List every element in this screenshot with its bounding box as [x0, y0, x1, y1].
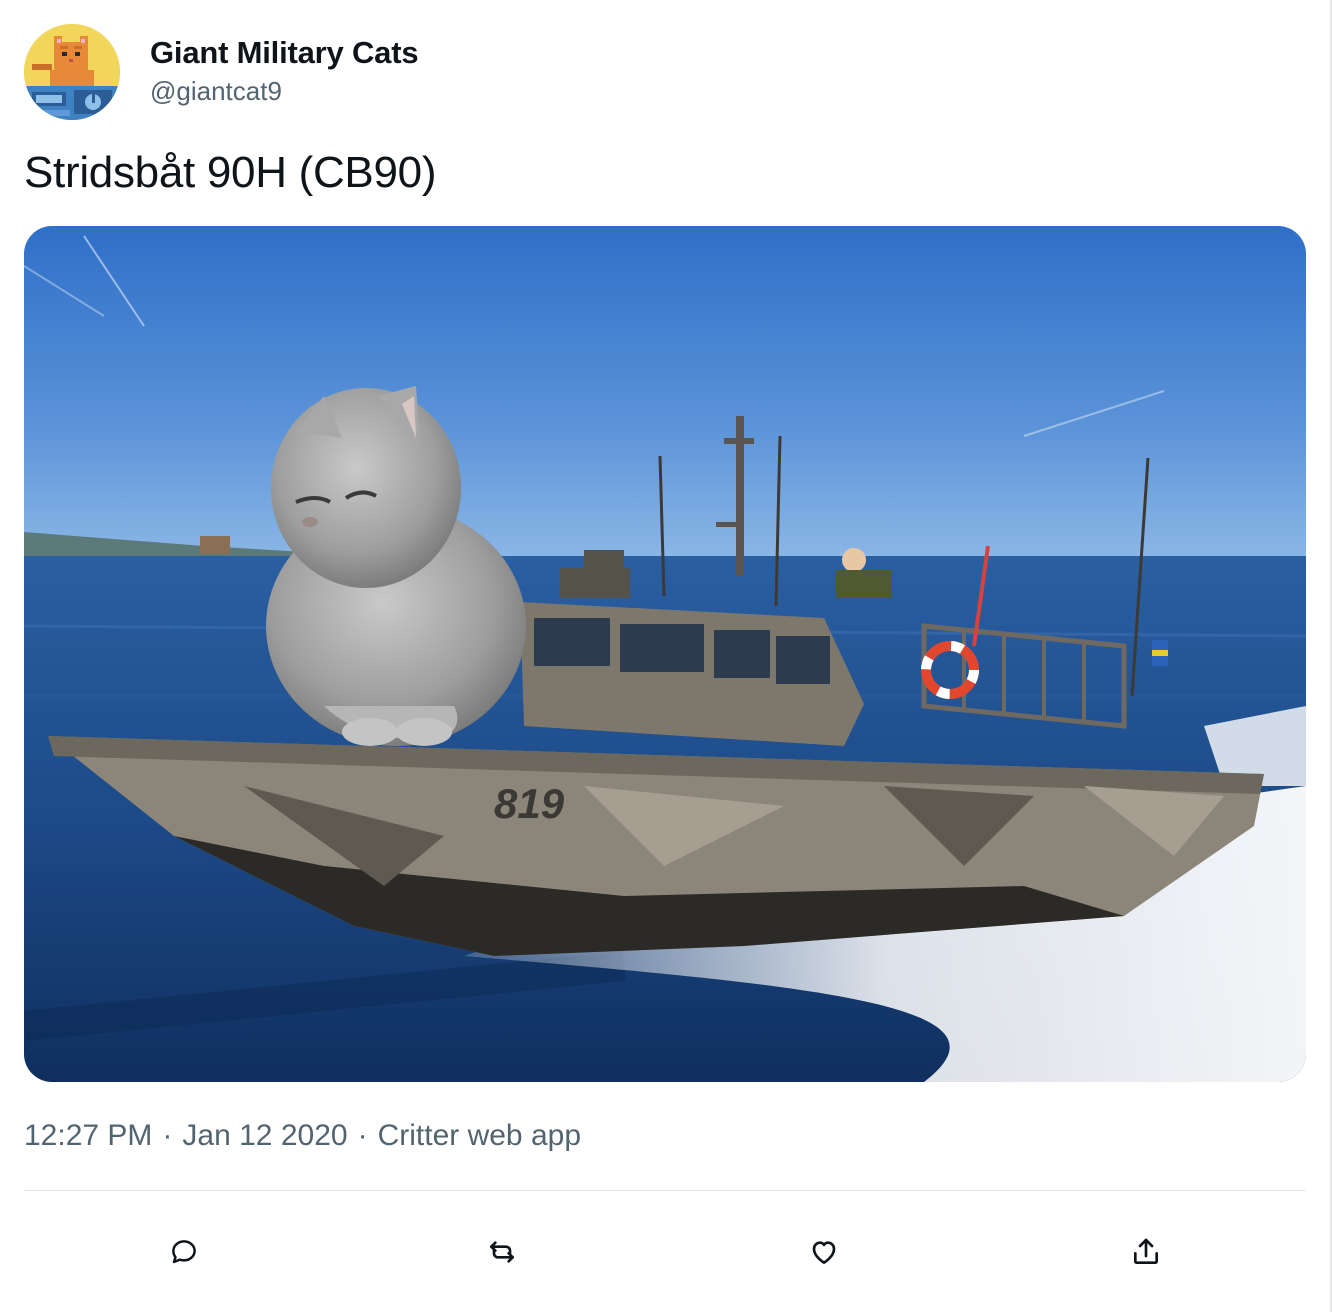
divider: [24, 1190, 1306, 1191]
hull-number: 819: [494, 780, 565, 827]
retweet-icon: [490, 1241, 514, 1263]
share-icon: [1134, 1238, 1158, 1264]
retweet-button[interactable]: [480, 1230, 524, 1274]
author-names: Giant Military Cats @giantcat9: [150, 34, 419, 108]
tweet-text: Stridsbåt 90H (CB90): [24, 148, 437, 197]
cat-on-boat-photo: 819: [24, 226, 1306, 1082]
avatar-cat-icon: [24, 24, 120, 120]
author-display-name[interactable]: Giant Military Cats: [150, 34, 419, 72]
tweet-media-image[interactable]: 819: [24, 226, 1306, 1082]
like-button[interactable]: [802, 1230, 846, 1274]
meta-separator: ·: [162, 1119, 173, 1152]
meta-separator: ·: [357, 1119, 368, 1152]
tweet-time[interactable]: 12:27 PM: [24, 1119, 152, 1152]
heart-icon: [812, 1241, 836, 1264]
tweet-source[interactable]: Critter web app: [378, 1119, 581, 1152]
share-button[interactable]: [1124, 1230, 1168, 1274]
action-bar: [24, 1230, 1306, 1274]
author-handle[interactable]: @giantcat9: [150, 74, 418, 108]
tweet: Giant Military Cats @giantcat9 Stridsbåt…: [24, 24, 1306, 1264]
avatar[interactable]: [24, 24, 120, 120]
reply-icon: [172, 1240, 196, 1264]
tweet-meta: 12:27 PM · Jan 12 2020 · Critter web app: [24, 1116, 581, 1156]
reply-button[interactable]: [162, 1230, 206, 1274]
tweet-date[interactable]: Jan 12 2020: [182, 1119, 347, 1152]
tweet-header: Giant Military Cats @giantcat9: [24, 24, 1306, 120]
